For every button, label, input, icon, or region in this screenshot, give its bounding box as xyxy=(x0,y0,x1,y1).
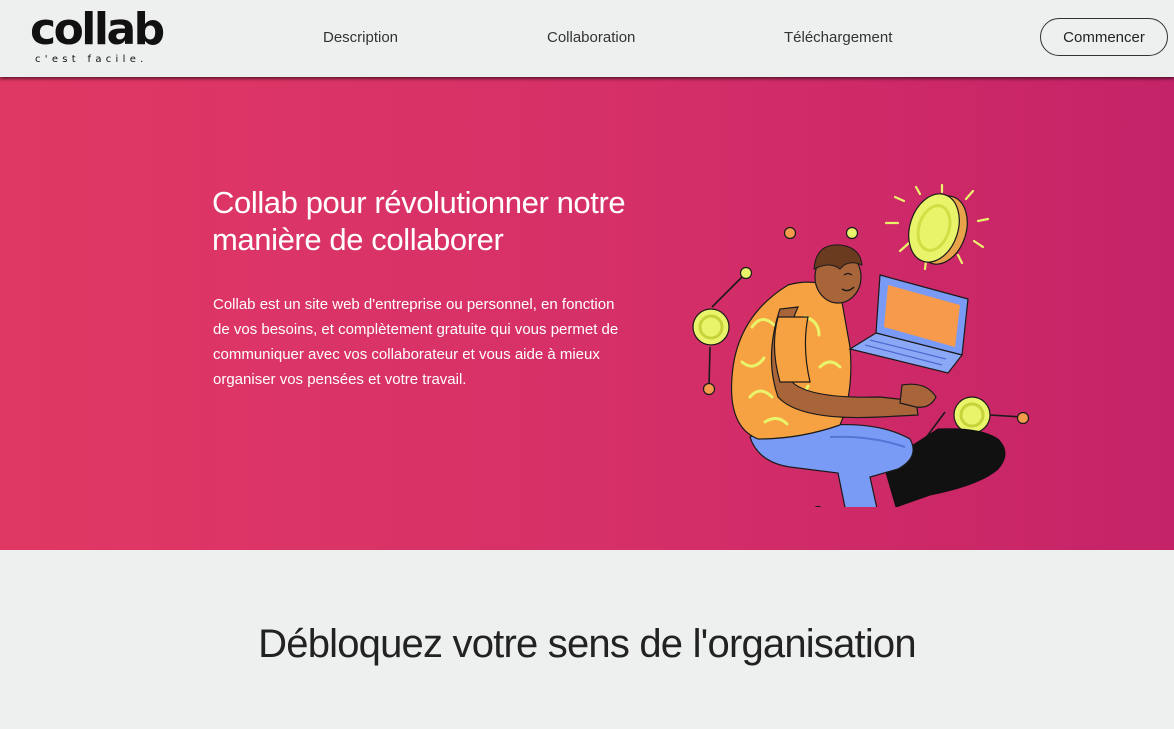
node-yellow-dot xyxy=(739,266,753,280)
nav-link-collaboration[interactable]: Collaboration xyxy=(547,29,635,46)
node-yellow-dot xyxy=(845,226,859,240)
node-coin-left xyxy=(692,308,730,346)
commencer-button[interactable]: Commencer xyxy=(1040,18,1168,56)
person-with-laptop xyxy=(730,244,1006,507)
nav-link-telechargement[interactable]: Téléchargement xyxy=(784,29,892,46)
collab-logo[interactable]: collab c'est facile. xyxy=(30,4,170,72)
node-yellow-dot xyxy=(814,505,822,507)
section-title: Débloquez votre sens de l'organisation xyxy=(258,622,916,666)
hero-description: Collab est un site web d'entreprise ou p… xyxy=(213,296,619,388)
node-orange-dot xyxy=(702,382,716,396)
node-orange-dot xyxy=(783,226,797,240)
hero-section: Collab pour révolutionner notre manière … xyxy=(0,77,1174,550)
node-coin-right xyxy=(953,396,991,434)
node-orange-dot xyxy=(1016,411,1030,425)
logo-tagline: c'est facile. xyxy=(35,54,148,65)
navbar: collab c'est facile. Description Collabo… xyxy=(0,0,1174,77)
logo-wordmark: collab xyxy=(30,4,165,55)
hero-illustration xyxy=(692,183,1030,507)
nav-link-description[interactable]: Description xyxy=(323,29,398,46)
hero-title: Collab pour révolutionner notre manière … xyxy=(212,185,626,257)
